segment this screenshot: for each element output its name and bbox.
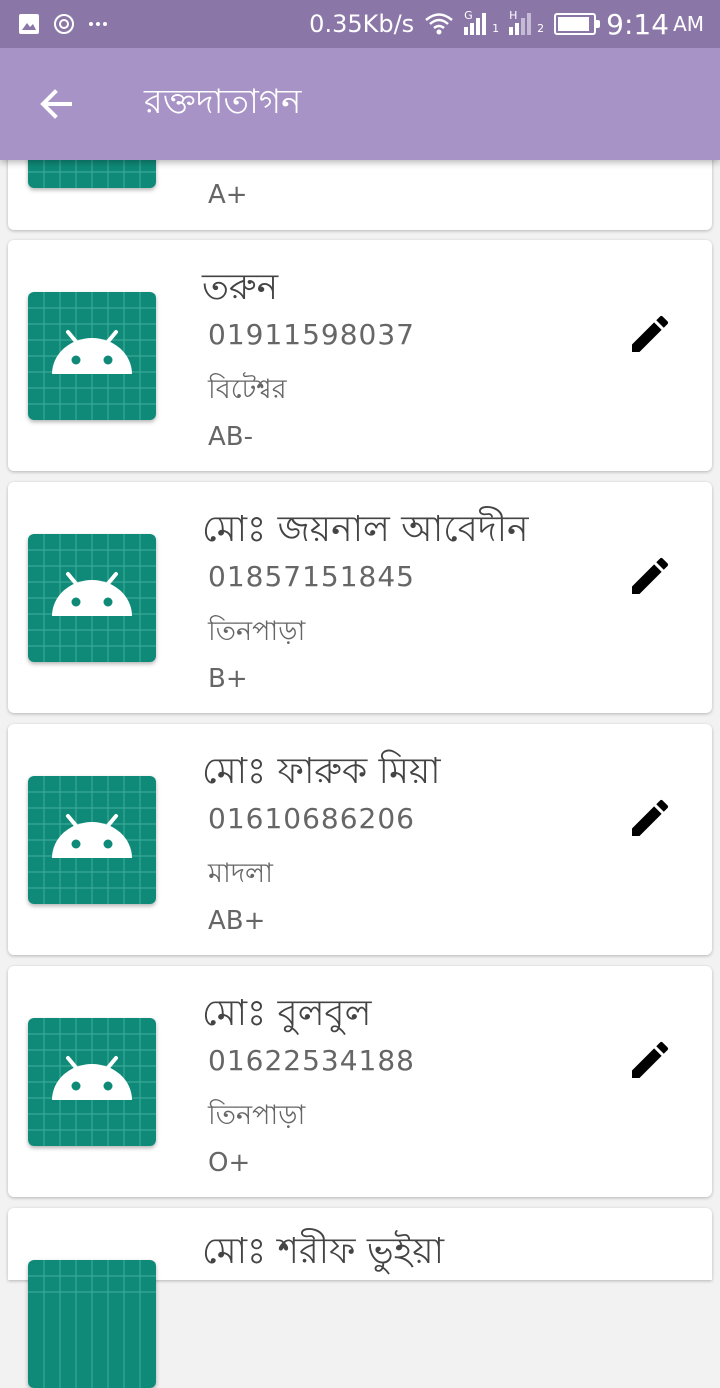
donor-phone: 01911598037 <box>208 318 415 351</box>
android-icon <box>28 776 156 904</box>
android-icon <box>28 1018 156 1146</box>
donor-blood-group: B+ <box>208 664 248 694</box>
donor-blood-group: A+ <box>208 180 248 210</box>
pencil-icon <box>632 799 669 836</box>
donor-name: মোঃ ফারুক মিয়া <box>202 751 441 792</box>
donor-phone: 01622534188 <box>208 1044 415 1077</box>
back-button[interactable] <box>28 80 84 128</box>
pencil-icon <box>632 1041 669 1078</box>
arrow-left-icon <box>40 89 72 119</box>
donor-area: মাদলা <box>208 858 273 889</box>
clock-ampm: AM <box>673 12 704 36</box>
status-bar: 0.35Kb/s G 1 H 2 9:14 AM <box>0 0 720 48</box>
android-icon <box>28 292 156 420</box>
donor-name: মোঃ বুলবুল <box>202 993 372 1034</box>
avatar <box>28 534 156 662</box>
android-icon <box>28 1260 156 1388</box>
system-icons: 0.35Kb/s G 1 H 2 9:14 AM <box>309 6 704 42</box>
donor-card[interactable]: মোঃ শরীফ ভুইয়া <box>8 1208 712 1388</box>
wifi-icon <box>425 13 453 35</box>
donor-blood-group: AB+ <box>208 906 266 936</box>
app-bar: রক্তদাতাগন <box>0 48 720 160</box>
donor-blood-group: AB- <box>208 422 254 452</box>
pencil-icon <box>632 557 669 594</box>
edit-button[interactable] <box>614 298 686 370</box>
notification-icons <box>18 12 108 36</box>
avatar <box>28 292 156 420</box>
donor-name: মোঃ জয়নাল আবেদীন <box>202 509 529 550</box>
donor-card[interactable]: মোঃ জয়নাল আবেদীন 01857151845 তিনপাড়া B… <box>8 482 712 713</box>
donor-name: মোঃ শরীফ ভুইয়া <box>202 1231 445 1272</box>
avatar <box>28 1260 156 1388</box>
sim1-signal: G 1 <box>464 9 500 35</box>
donor-phone: 01610686206 <box>208 802 415 835</box>
donor-area: বিটেশ্বর <box>208 374 287 405</box>
clock: 9:14 <box>606 7 670 41</box>
edit-button[interactable] <box>614 1024 686 1096</box>
edit-button[interactable] <box>614 540 686 612</box>
donor-blood-group: O+ <box>208 1148 251 1178</box>
gallery-icon <box>19 14 39 34</box>
edit-button[interactable] <box>614 782 686 854</box>
network-speed: 0.35Kb/s <box>309 10 415 38</box>
data-saver-icon <box>54 14 74 34</box>
battery-icon <box>554 13 601 35</box>
donor-area: তিনপাড়া <box>208 616 306 647</box>
pencil-icon <box>632 315 669 352</box>
donor-area: তিনপাড়া <box>208 1100 306 1131</box>
donor-card[interactable]: তরুন 01911598037 বিটেশ্বর AB- <box>8 240 712 471</box>
donor-card[interactable]: মোঃ বুলবুল 01622534188 তিনপাড়া O+ <box>8 966 712 1197</box>
avatar <box>28 1018 156 1146</box>
donor-phone: 01857151845 <box>208 560 415 593</box>
android-icon <box>28 534 156 662</box>
donor-name: তরুন <box>202 267 279 308</box>
donor-card[interactable]: মোঃ ফারুক মিয়া 01610686206 মাদলা AB+ <box>8 724 712 955</box>
more-notifications-icon <box>89 22 107 26</box>
sim2-signal: H 2 <box>509 9 545 35</box>
avatar <box>28 776 156 904</box>
page-title: রক্তদাতাগন <box>144 82 302 122</box>
